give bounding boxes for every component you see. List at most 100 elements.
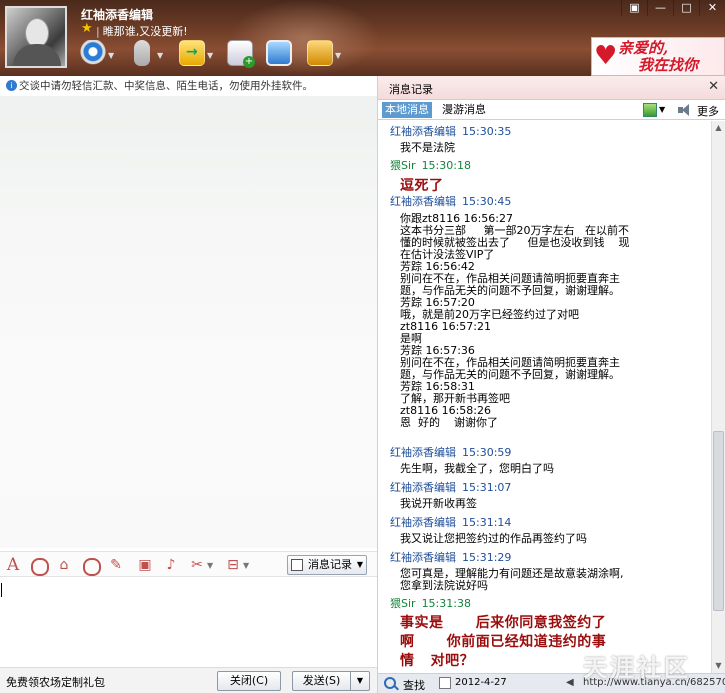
scroll-thumb[interactable]: [713, 431, 724, 611]
text-caret: [1, 583, 2, 597]
notice-text: 交谈中请勿轻信汇款、中奖信息、陌生电话，勿使用外挂软件。: [19, 80, 313, 92]
chevron-down-icon[interactable]: ▼: [207, 561, 213, 570]
chevron-down-icon[interactable]: ▼: [659, 105, 665, 114]
speaker-icon[interactable]: [677, 103, 691, 117]
history-button-label: 消息记录: [308, 558, 352, 571]
more-button[interactable]: 更多: [697, 103, 719, 119]
history-message-list[interactable]: 红袖添香编辑 15:30:35 我不是法院 猥Sir 15:30:18 逗死了 红袖添香编辑…: [378, 121, 711, 673]
format-toolbar: A ⌂ ✎ ▣ ♪ ✂ ▼ ⊟ ▼ 消息记录 ▼: [0, 551, 377, 577]
chevron-down-icon[interactable]: ▼: [157, 51, 163, 60]
send-button[interactable]: 发送(S): [292, 671, 350, 691]
avatar[interactable]: [5, 6, 67, 68]
message-sender[interactable]: 红袖添香编辑: [390, 446, 456, 459]
music-icon[interactable]: ♪: [162, 556, 180, 574]
contact-signature: | 睢那谁,又没更新!: [96, 23, 188, 39]
message-time: 15:31:29: [462, 551, 512, 564]
screenshot-icon[interactable]: ✂: [188, 556, 206, 574]
message-display-area[interactable]: [0, 96, 377, 548]
message-sender[interactable]: 红袖添香编辑: [390, 551, 456, 564]
magic-face-icon[interactable]: [81, 556, 101, 576]
scroll-down-icon[interactable]: ▼: [712, 659, 725, 673]
history-icon: [291, 559, 303, 571]
doodle-icon[interactable]: ✎: [107, 556, 125, 574]
message-sender[interactable]: 红袖添香编辑: [390, 481, 456, 494]
security-notice: i 交谈中请勿轻信汇款、中奖信息、陌生电话，勿使用外挂软件。: [0, 76, 378, 96]
calendar-icon[interactable]: [439, 677, 451, 689]
message-header: 红袖添香编辑 15:30:59: [390, 446, 511, 460]
promo-link[interactable]: 免费领农场定制礼包: [6, 674, 105, 690]
tools-icon[interactable]: [643, 103, 657, 117]
microphone-icon: [134, 40, 150, 66]
monitor-icon: [266, 40, 292, 66]
tab-roaming-messages[interactable]: 漫游消息: [442, 102, 486, 118]
search-label[interactable]: 查找: [403, 677, 425, 693]
message-input[interactable]: [0, 577, 377, 667]
search-icon[interactable]: [384, 677, 396, 689]
close-button[interactable]: 关闭(C): [217, 671, 281, 691]
message-time: 15:30:45: [462, 195, 512, 208]
chat-panel: i 交谈中请勿轻信汇款、中奖信息、陌生电话，勿使用外挂软件。 A ⌂ ✎ ▣ ♪ …: [0, 76, 378, 693]
emoji-icon[interactable]: [29, 556, 49, 576]
message-text: 逗死了: [400, 178, 444, 194]
message-header: 红袖添香编辑 15:30:45: [390, 195, 511, 209]
message-time: 15:31:07: [462, 481, 512, 494]
maximize-icon[interactable]: □: [673, 0, 699, 16]
folder-transfer-icon: [179, 40, 205, 66]
message-time: 15:30:59: [462, 446, 512, 459]
chevron-down-icon[interactable]: ▼: [335, 51, 341, 60]
scroll-up-icon[interactable]: ▲: [712, 121, 725, 135]
message-time: 15:30:18: [421, 159, 471, 172]
history-panel-title: 消息记录: [389, 83, 433, 96]
tab-local-messages[interactable]: 本地消息: [382, 102, 432, 118]
send-options-button[interactable]: ▼: [350, 671, 370, 691]
message-header: 红袖添香编辑 15:31:07: [390, 481, 511, 495]
star-icon: ★: [81, 21, 93, 36]
message-time: 15:30:35: [462, 125, 512, 138]
message-text: 我又说让您把签约过的作品再签约了吗: [400, 532, 587, 545]
minimize-icon[interactable]: —: [647, 0, 673, 16]
message-text: 先生啊，我截全了，您明白了吗: [400, 462, 554, 475]
message-sender[interactable]: 红袖添香编辑: [390, 516, 456, 529]
chevron-down-icon[interactable]: ▼: [243, 561, 249, 570]
message-header: 猥Sir 15:30:18: [390, 159, 471, 173]
window-controls: ▣ — □ ✕: [621, 0, 725, 16]
gift-icon[interactable]: ⌂: [55, 556, 73, 574]
message-sender[interactable]: 红袖添香编辑: [390, 125, 456, 138]
chevron-down-icon[interactable]: ▼: [207, 51, 213, 60]
history-date[interactable]: 2012-4-27: [455, 677, 507, 688]
message-time: 15:31:14: [462, 516, 512, 529]
bottom-bar: 免费领农场定制礼包 关闭(C) 发送(S) ▼: [0, 667, 377, 693]
ad-banner[interactable]: ♥ 亲爱的, 我在找你: [591, 37, 725, 76]
message-add-icon: [227, 40, 255, 68]
close-icon[interactable]: ✕: [708, 79, 719, 94]
history-scrollbar[interactable]: ▲ ▼: [711, 121, 725, 673]
font-icon[interactable]: A: [4, 556, 22, 574]
window-menu-icon[interactable]: ▣: [621, 0, 647, 16]
message-text: 您可真是，理解能力有问题还是故意装湖涂啊, 您拿到法院说好吗: [400, 567, 624, 592]
message-text: 事实是 后来你同意我签约了 啊 你前面已经知道违约的事 情 对吧？: [400, 615, 607, 669]
watermark-url: http://www.tianya.cn/6825708: [583, 677, 725, 688]
chat-header: 红袖添香编辑 ★ |睢那谁,又没更新! ▼ ▼ ▼ ▼ ▣—□✕ ♥ 亲爱的, …: [0, 0, 725, 76]
message-sender[interactable]: 猥Sir: [390, 159, 416, 172]
avatar-body: [13, 44, 61, 66]
image-icon[interactable]: ▣: [136, 556, 154, 574]
message-header: 红袖添香编辑 15:31:14: [390, 516, 511, 530]
toolbox-icon[interactable]: ⊟: [224, 556, 242, 574]
chevron-down-icon[interactable]: ▼: [357, 556, 363, 574]
message-sender[interactable]: 红袖添香编辑: [390, 195, 456, 208]
signature-separator: |: [96, 25, 100, 38]
webcam-icon: [80, 40, 106, 66]
history-panel-header: 消息记录 ✕: [378, 76, 725, 100]
chevron-down-icon[interactable]: ▼: [108, 51, 114, 60]
ad-line-2: 我在找你: [638, 56, 699, 74]
history-search-bar: 查找 2012-4-27 ◀ 天涯社区 http://www.tianya.cn…: [378, 653, 725, 693]
page-nav-icon[interactable]: ◀: [566, 677, 574, 688]
message-sender[interactable]: 猥Sir: [390, 597, 416, 610]
message-text: 你跟zt8116 16:56:27 这本书分三部 第一部20万字左右 在以前不 …: [400, 212, 630, 429]
ad-text: 亲爱的, 我在找你: [618, 40, 698, 74]
message-history-panel: 消息记录 ✕ 本地消息 漫游消息 ▼ 更多 红袖添香编辑 15:30:35 我不是法…: [378, 76, 725, 693]
message-text: 我不是法院: [400, 141, 455, 154]
close-icon[interactable]: ✕: [699, 0, 725, 16]
message-history-button[interactable]: 消息记录 ▼: [287, 555, 367, 575]
message-time: 15:31:38: [421, 597, 471, 610]
